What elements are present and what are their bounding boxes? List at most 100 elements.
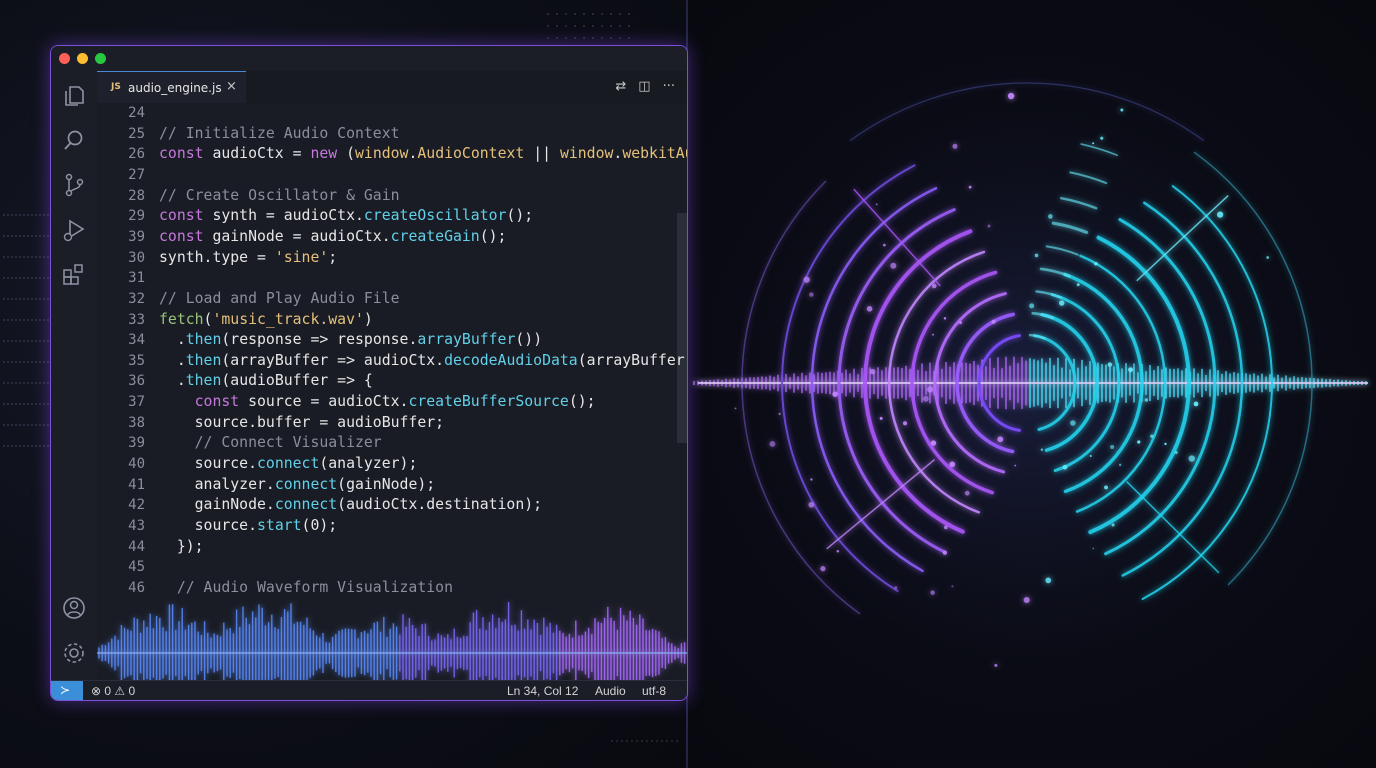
code-line: // Load and Play Audio File: [159, 289, 400, 310]
code-token: // Create Oscillator & Gain: [159, 186, 400, 204]
code-token: source.: [159, 455, 257, 473]
code-token: (analyzer);: [319, 455, 418, 473]
explorer-icon[interactable]: [61, 83, 87, 109]
line-number: 29: [128, 208, 145, 225]
code-token: fetch: [159, 310, 204, 328]
file-encoding[interactable]: utf-8: [642, 684, 666, 698]
tab-audio-engine[interactable]: JS audio_engine.js ×: [97, 71, 246, 103]
maximize-window-button[interactable]: [95, 53, 106, 64]
line-number: 44: [128, 538, 145, 555]
run-debug-icon[interactable]: [61, 217, 87, 243]
code-token: webkitAudioContext: [622, 145, 687, 163]
code-line: analyzer.connect(gainNode);: [159, 475, 436, 496]
code-token: AudioContext: [417, 145, 525, 163]
code-token: ||: [524, 145, 560, 163]
code-token: synth = audioCtx.: [212, 207, 364, 225]
activity-bar: [51, 71, 97, 680]
more-actions-icon[interactable]: ···: [663, 79, 675, 94]
code-token: // Load and Play Audio File: [159, 289, 400, 307]
code-token: const: [159, 145, 213, 163]
code-token: ();: [506, 207, 534, 225]
code-line: // Audio Waveform Visualization: [159, 578, 453, 599]
code-token: });: [159, 537, 204, 555]
code-token: (arrayBuffer => audioCtx.: [221, 351, 445, 369]
split-editor-icon[interactable]: ◫: [638, 79, 650, 94]
line-number: 46: [128, 579, 145, 596]
settings-icon[interactable]: [61, 640, 87, 666]
compare-changes-icon[interactable]: ⇄: [615, 79, 626, 94]
code-token: ()): [515, 331, 543, 349]
code-token: (0);: [301, 517, 338, 534]
code-token: (audioBuffer => {: [221, 372, 373, 390]
code-token: analyzer.: [159, 475, 275, 493]
line-number: 30: [128, 249, 145, 266]
code-token: (response => response.: [221, 331, 418, 349]
line-number: 40: [128, 456, 145, 473]
code-token: then: [185, 372, 222, 390]
code-line: const synth = audioCtx.createOscillator(…: [159, 206, 533, 227]
problems-indicator[interactable]: ⊗ 0 ⚠ 0: [91, 684, 135, 698]
code-line: // Connect Visualizer: [159, 433, 382, 454]
code-editor[interactable]: 24 25 26 27 28 29 39 30 31 32 33 34 35 36 37 38 39 40 41 42…: [97, 103, 687, 680]
remote-indicator[interactable]: ≻: [51, 681, 83, 700]
code-token: .: [159, 351, 186, 369]
code-line: .then(audioBuffer => {: [159, 371, 373, 392]
code-token: (: [346, 145, 356, 163]
code-token: (arrayBuffer)): [577, 351, 687, 369]
line-number: 38: [128, 414, 145, 431]
line-number: 33: [128, 311, 145, 328]
code-token: then: [185, 351, 222, 369]
code-line: source.buffer = audioBuffer;: [159, 413, 444, 434]
code-line: // Create Oscillator & Gain: [159, 186, 400, 207]
javascript-icon: JS: [111, 82, 121, 92]
code-token: .: [159, 331, 186, 349]
close-tab-icon[interactable]: ×: [226, 79, 237, 94]
code-token: .: [613, 145, 623, 163]
line-number: 41: [128, 476, 145, 493]
code-token: ();: [568, 393, 596, 411]
line-number: 32: [128, 290, 145, 307]
code-token: 'sine': [274, 248, 329, 266]
line-number: 43: [128, 518, 145, 534]
line-number: 39: [128, 435, 145, 452]
cursor-position[interactable]: Ln 34, Col 12: [507, 684, 578, 698]
code-token: // Connect Visualizer: [159, 434, 382, 452]
code-line: synth.type = 'sine';: [159, 248, 337, 269]
code-token: ();: [479, 227, 507, 245]
code-token: then: [185, 331, 222, 349]
language-mode[interactable]: Audio: [595, 684, 626, 698]
code-line: // Initialize Audio Context: [159, 124, 400, 145]
code-line: const gainNode = audioCtx.createGain();: [159, 227, 506, 248]
line-number: 42: [128, 497, 145, 514]
code-line: gainNode.connect(audioCtx.destination);: [159, 495, 542, 516]
code-token: gainNode.: [159, 496, 275, 514]
code-line: source.connect(analyzer);: [159, 454, 418, 475]
extensions-icon[interactable]: [61, 262, 87, 288]
code-line: source.start(0);: [159, 516, 338, 537]
code-token: source.buffer = audioBuffer;: [159, 413, 445, 431]
code-token: const: [159, 227, 213, 245]
code-token: synth.type =: [159, 248, 275, 266]
editor-actions: ⇄ ◫ ···: [615, 79, 675, 94]
code-token: .: [159, 372, 186, 390]
code-line: fetch('music_track.wav'): [159, 310, 373, 331]
title-bar: [51, 46, 687, 71]
vertical-scrollbar[interactable]: [677, 213, 687, 443]
line-number: 24: [128, 105, 145, 121]
code-token: start: [257, 517, 302, 534]
code-token: const: [159, 207, 213, 225]
tab-filename: audio_engine.js: [128, 81, 222, 95]
line-number: 28: [128, 187, 145, 204]
source-control-icon[interactable]: [61, 172, 87, 198]
account-icon[interactable]: [61, 595, 87, 621]
line-number: 35: [128, 352, 145, 369]
code-token: 'music_track.wav': [212, 310, 364, 328]
close-window-button[interactable]: [59, 53, 70, 64]
code-token: audioCtx =: [212, 145, 311, 163]
code-token: window: [355, 145, 409, 163]
line-number: 39: [128, 228, 145, 245]
line-number: 26: [128, 146, 145, 163]
minimize-window-button[interactable]: [77, 53, 88, 64]
search-icon[interactable]: [61, 127, 87, 153]
code-token: // Audio Waveform Visualization: [159, 578, 453, 596]
